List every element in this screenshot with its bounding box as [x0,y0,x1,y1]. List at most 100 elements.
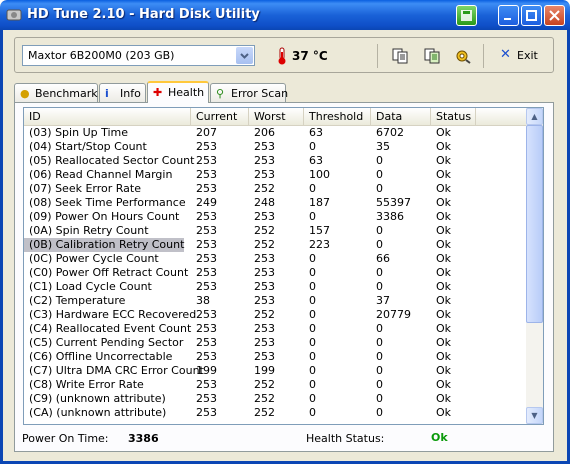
tab-error-scan[interactable]: ⚲ Error Scan [210,83,289,102]
cell-data: 0 [376,378,383,391]
window-frame-left [0,30,3,464]
column-header-threshold[interactable]: Threshold [304,108,371,125]
column-header-id[interactable]: ID [24,108,191,125]
table-row[interactable]: (C3) Hardware ECC Recovered 253 252 0 20779 O… [24,308,528,322]
table-row[interactable]: (C2) Temperature 38 253 0 37 Ok [24,294,528,308]
thermometer-icon [278,47,286,65]
bulb-icon: ● [20,87,30,100]
health-status-value: Ok [431,431,448,444]
cell-threshold: 0 [309,280,316,293]
options-icon[interactable] [454,48,472,64]
table-row[interactable]: (C9) (unknown attribute) 253 252 0 0 Ok [24,392,528,406]
save-icon[interactable] [456,5,477,26]
table-row[interactable]: (C5) Current Pending Sector 253 253 0 0 Ok [24,336,528,350]
column-header-data[interactable]: Data [371,108,431,125]
table-row[interactable]: (03) Spin Up Time 207 206 63 6702 Ok [24,126,528,140]
scroll-down-icon[interactable]: ▼ [526,407,543,424]
title-bar[interactable]: HD Tune 2.10 - Hard Disk Utility [0,0,570,30]
cell-id: (C4) Reallocated Event Count [29,322,192,335]
cell-data: 0 [376,392,383,405]
cell-id: (CA) (unknown attribute) [29,406,167,419]
cell-worst: 253 [254,154,275,167]
cell-current: 253 [196,238,217,251]
table-row[interactable]: (0C) Power Cycle Count 253 253 0 66 Ok [24,252,528,266]
copy-screenshot-icon[interactable] [423,48,441,64]
table-row[interactable]: (C7) Ultra DMA CRC Error Count 199 199 0 0 Ok [24,364,528,378]
minimize-button[interactable] [498,5,519,26]
window-title: HD Tune 2.10 - Hard Disk Utility [27,7,260,22]
cell-status: Ok [436,154,452,167]
cell-worst: 253 [254,140,275,153]
cell-current: 253 [196,154,217,167]
table-row[interactable]: (06) Read Channel Margin 253 253 100 0 Ok [24,168,528,182]
cell-current: 253 [196,224,217,237]
cell-data: 0 [376,182,383,195]
cell-worst: 252 [254,406,275,419]
cell-id: (C7) Ultra DMA CRC Error Count [29,364,204,377]
tab-benchmark[interactable]: ● Benchmark [14,83,98,102]
table-row[interactable]: (09) Power On Hours Count 253 253 0 3386 Ok [24,210,528,224]
cell-id: (0A) Spin Retry Count [29,224,149,237]
cell-current: 253 [196,168,217,181]
power-on-time-label: Power On Time: [22,432,109,445]
cell-threshold: 187 [309,196,330,209]
cell-current: 253 [196,392,217,405]
health-status-label: Health Status: [306,432,385,445]
cell-data: 35 [376,140,390,153]
cell-current: 253 [196,140,217,153]
tab-label: Info [120,87,141,100]
tab-label: Health [168,86,205,99]
maximize-button[interactable] [521,5,542,26]
table-row[interactable]: (C4) Reallocated Event Count 253 253 0 0 Ok [24,322,528,336]
scroll-up-icon[interactable]: ▲ [526,108,543,125]
cell-id: (C0) Power Off Retract Count [29,266,189,279]
cell-current: 253 [196,182,217,195]
cell-id: (C6) Offline Uncorrectable [29,350,173,363]
cell-worst: 199 [254,364,275,377]
cell-id: (0C) Power Cycle Count [29,252,159,265]
exit-button[interactable]: ✕ Exit [498,46,548,66]
scroll-thumb[interactable] [526,125,543,323]
cell-current: 253 [196,266,217,279]
cell-threshold: 0 [309,322,316,335]
cell-id: (06) Read Channel Margin [29,168,173,181]
cell-id: (08) Seek Time Performance [29,196,186,209]
table-row[interactable]: (C8) Write Error Rate 253 252 0 0 Ok [24,378,528,392]
tab-health[interactable]: ✚ Health [147,81,209,103]
cell-threshold: 0 [309,210,316,223]
table-row[interactable]: (0A) Spin Retry Count 253 252 157 0 Ok [24,224,528,238]
table-row[interactable]: (04) Start/Stop Count 253 253 0 35 Ok [24,140,528,154]
table-row[interactable]: (C6) Offline Uncorrectable 253 253 0 0 Ok [24,350,528,364]
table-row[interactable]: (C0) Power Off Retract Count 253 253 0 0 Ok [24,266,528,280]
drive-select[interactable]: Maxtor 6B200M0 (203 GB) [22,45,255,66]
table-row[interactable]: (07) Seek Error Rate 253 252 0 0 Ok [24,182,528,196]
vertical-scrollbar[interactable]: ▲ ▼ [526,108,543,424]
copy-icon[interactable] [391,48,409,64]
close-button[interactable] [544,5,565,26]
smart-attribute-list[interactable]: ID Current Worst Threshold Data Status (… [23,107,544,425]
drive-select-value: Maxtor 6B200M0 (203 GB) [28,49,175,62]
table-row[interactable]: (08) Seek Time Performance 249 248 187 55397… [24,196,528,210]
column-header-worst[interactable]: Worst [249,108,304,125]
tab-label: Error Scan [231,87,289,100]
table-row[interactable]: (C1) Load Cycle Count 253 253 0 0 Ok [24,280,528,294]
cell-current: 253 [196,322,217,335]
table-row[interactable]: (0B) Calibration Retry Count 253 252 223 0 Ok [24,238,528,252]
cell-threshold: 0 [309,182,316,195]
table-row[interactable]: (CA) (unknown attribute) 253 252 0 0 Ok [24,406,528,420]
cell-worst: 253 [254,266,275,279]
cell-id: (0B) Calibration Retry Count [24,238,185,252]
cell-data: 3386 [376,210,404,223]
cell-worst: 206 [254,126,275,139]
cell-status: Ok [436,378,452,391]
column-header-status[interactable]: Status [431,108,476,125]
chevron-down-icon[interactable] [236,47,253,64]
cell-id: (C3) Hardware ECC Recovered [29,308,197,321]
cell-status: Ok [436,140,452,153]
table-row[interactable]: (05) Reallocated Sector Count 253 253 63 0 Ok [24,154,528,168]
cell-current: 207 [196,126,217,139]
tab-info[interactable]: i Info [99,83,146,102]
toolbar: Maxtor 6B200M0 (203 GB) 37 °C ✕ Exit [14,37,554,73]
column-header-current[interactable]: Current [191,108,249,125]
list-header: ID Current Worst Threshold Data Status [24,108,528,126]
